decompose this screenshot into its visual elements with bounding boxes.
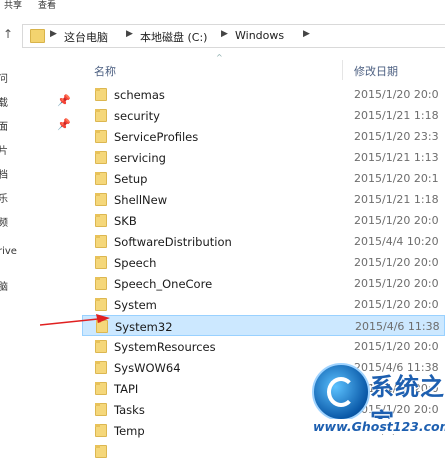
list-item[interactable]: SKB 2015/1/20 20:0 [82,210,445,231]
folder-icon [95,403,107,416]
file-date: 2015/1/21 1:18 [354,193,439,206]
folder-icon [95,172,107,185]
file-name: security [114,109,160,123]
file-date: 2015/1/20 20:0 [354,277,439,290]
list-item[interactable]: Speech_OneCore 2015/1/20 20:0 [82,273,445,294]
nav-item[interactable]: 档 [0,166,8,181]
breadcrumb-windows[interactable]: Windows [235,29,284,42]
file-date: 2015/1/20 23:3 [354,130,439,143]
column-header-row: ^ 名称 修改日期 [82,53,445,80]
chevron-right-icon[interactable]: ▶ [50,29,57,39]
list-item[interactable]: Setup 2015/1/20 20:1 [82,168,445,189]
file-date: 2015/4/6 11:38 [355,320,440,333]
folder-icon [95,130,107,143]
folder-icon [95,382,107,395]
file-date: 2015/4/4 10:20 [354,235,439,248]
list-item[interactable]: System 2015/1/20 20:0 [82,294,445,315]
file-name: schemas [114,88,165,102]
file-name: SystemResources [114,340,216,354]
file-date: 2015/1/20 20:0 [354,214,439,227]
watermark: 系统之家 www.Ghost123.com [300,357,445,447]
pin-icon[interactable]: 📌 [57,118,71,131]
list-item[interactable]: servicing 2015/1/21 1:13 [82,147,445,168]
annotation-arrow-icon [40,314,110,326]
file-date: 2015/1/21 1:18 [354,109,439,122]
watermark-logo-icon [312,363,370,421]
sort-chevron-up-icon: ^ [216,53,223,62]
up-arrow-icon[interactable]: ↑ [3,27,13,41]
breadcrumb-this-pc[interactable]: 这台电脑 [64,29,108,45]
chevron-right-icon[interactable]: ▶ [221,29,228,39]
folder-icon [95,298,107,311]
list-item-selected[interactable]: System32 2015/4/6 11:38 [82,315,445,336]
folder-icon [95,424,107,437]
nav-item[interactable]: 频 [0,214,8,229]
list-item[interactable]: ServiceProfiles 2015/1/20 23:3 [82,126,445,147]
column-header-date[interactable]: 修改日期 [354,63,398,79]
file-date: 2015/1/20 20:0 [354,298,439,311]
file-name: ServiceProfiles [114,130,199,144]
file-date: 2015/1/21 1:13 [354,151,439,164]
folder-icon [95,256,107,269]
nav-item[interactable]: 面 [0,118,8,133]
file-name: servicing [114,151,166,165]
folder-icon [95,193,107,206]
chevron-right-icon[interactable]: ▶ [303,29,310,39]
nav-item[interactable]: 片 [0,142,8,157]
nav-item[interactable]: 脑 [0,278,8,293]
nav-item[interactable]: rive [0,246,17,257]
folder-icon [95,214,107,227]
address-bar[interactable]: ▶ 这台电脑 ▶ 本地磁盘 (C:) ▶ Windows ▶ [22,24,445,48]
file-name: SysWOW64 [114,361,181,375]
file-name: Temp [114,424,145,438]
file-name: Tasks [114,403,145,417]
chevron-right-icon[interactable]: ▶ [126,29,133,39]
list-item[interactable]: security 2015/1/21 1:18 [82,105,445,126]
folder-icon [95,277,107,290]
file-name: Speech_OneCore [114,277,213,291]
folder-icon [95,151,107,164]
file-name: SKB [114,214,137,228]
ribbon-tab-view[interactable]: 查看 [38,0,56,10]
folder-icon [30,29,45,43]
file-name: Setup [114,172,148,186]
list-item[interactable]: SoftwareDistribution 2015/4/4 10:20 [82,231,445,252]
column-divider[interactable] [342,60,343,80]
nav-item[interactable]: 载 [0,94,8,109]
folder-icon [95,340,107,353]
watermark-url: www.Ghost123.com [310,419,445,434]
ribbon-tab-share[interactable]: 共享 [4,0,22,10]
file-date: 2015/1/20 20:0 [354,340,439,353]
nav-item[interactable]: 问 [0,70,8,85]
list-item[interactable]: SystemResources 2015/1/20 20:0 [82,336,445,357]
file-name: SoftwareDistribution [114,235,232,249]
file-date: 2015/1/20 20:1 [354,172,439,185]
file-name: ShellNew [114,193,168,207]
file-name: Speech [114,256,157,270]
breadcrumb-local-disk[interactable]: 本地磁盘 (C:) [140,29,207,45]
list-item[interactable]: schemas 2015/1/20 20:0 [82,84,445,105]
folder-icon [95,235,107,248]
pin-icon[interactable]: 📌 [57,94,71,107]
list-item[interactable]: Speech 2015/1/20 20:0 [82,252,445,273]
file-date: 2015/1/20 20:0 [354,88,439,101]
file-name: System [114,298,157,312]
folder-icon [95,109,107,122]
column-header-name[interactable]: 名称 [94,63,116,79]
file-date: 2015/1/20 20:0 [354,256,439,269]
ribbon-tabs: 共享 查看 [0,0,445,10]
nav-item[interactable]: 乐 [0,190,8,205]
folder-icon [95,88,107,101]
list-item[interactable]: ShellNew 2015/1/21 1:18 [82,189,445,210]
file-name: System32 [115,320,173,334]
folder-icon [95,361,107,374]
file-name: TAPI [114,382,139,396]
navigation-pane: 问 载 面 片 档 乐 频 rive 脑 [0,50,22,447]
address-row: ↑ ▶ 这台电脑 ▶ 本地磁盘 (C:) ▶ Windows ▶ [0,22,445,48]
